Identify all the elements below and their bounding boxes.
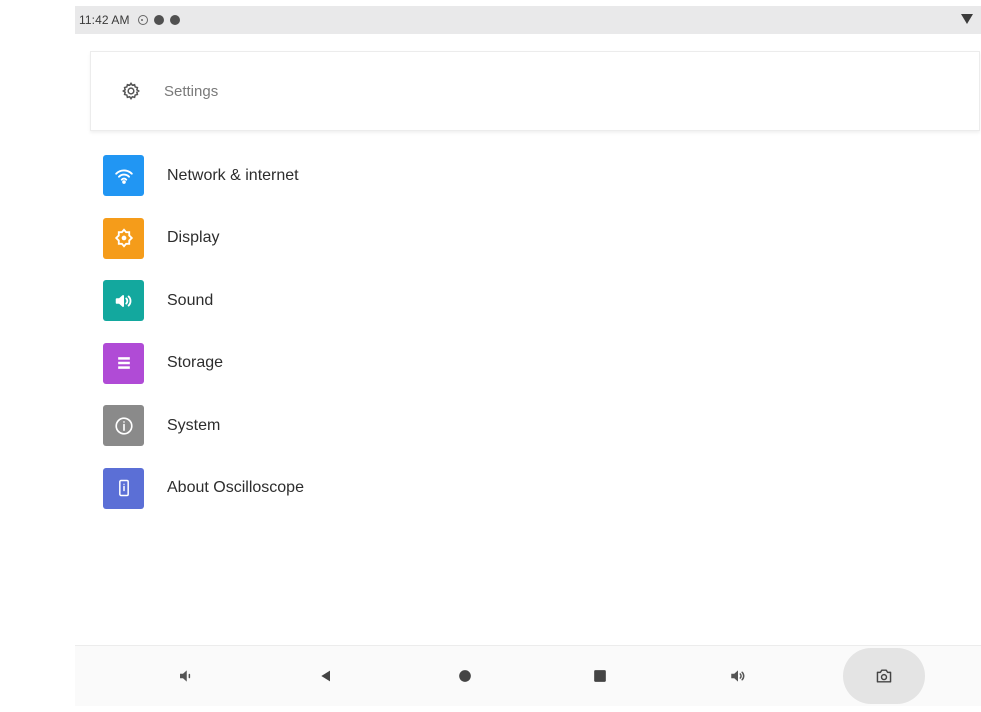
- notification-icon: [169, 15, 180, 25]
- camera-icon[interactable]: [843, 648, 925, 704]
- volume-down-icon[interactable]: [168, 658, 204, 694]
- home-icon[interactable]: [447, 658, 483, 694]
- speaker-icon: [103, 280, 144, 321]
- menu-item-label: Storage: [167, 354, 224, 371]
- navigation-bar: [75, 645, 981, 706]
- menu-item-label: Network & internet: [167, 166, 299, 184]
- menu-item-sound[interactable]: Sound: [103, 280, 304, 321]
- menu-item-about[interactable]: About Oscilloscope: [103, 467, 304, 509]
- recents-icon[interactable]: [582, 658, 618, 694]
- notification-icon: [153, 15, 164, 25]
- status-bar: 11:42 AM: [75, 6, 981, 34]
- wifi-signal-icon: [961, 14, 973, 24]
- menu-item-display[interactable]: Display: [103, 217, 304, 259]
- status-time: 11:42 AM: [79, 13, 130, 27]
- list-icon: [103, 342, 144, 384]
- page-title: Settings: [164, 82, 219, 100]
- info-icon: [103, 405, 144, 446]
- wifi-icon: [103, 155, 144, 196]
- gear-icon: [121, 81, 141, 101]
- menu-item-label: System: [167, 416, 221, 434]
- menu-item-storage[interactable]: Storage: [103, 342, 304, 384]
- menu-item-label: Display: [167, 229, 220, 246]
- settings-menu: Network & internet Display Sound Storage…: [103, 155, 304, 530]
- brightness-icon: [103, 217, 144, 259]
- settings-search-bar[interactable]: Settings: [90, 51, 980, 131]
- device-icon: [103, 467, 144, 509]
- status-icons: [137, 15, 180, 25]
- volume-up-icon[interactable]: [720, 658, 756, 694]
- menu-item-label: About Oscilloscope: [167, 479, 304, 496]
- menu-item-label: Sound: [167, 291, 214, 309]
- menu-item-network[interactable]: Network & internet: [103, 155, 304, 196]
- menu-item-system[interactable]: System: [103, 405, 304, 446]
- back-icon[interactable]: [308, 658, 344, 694]
- location-icon: [137, 15, 148, 25]
